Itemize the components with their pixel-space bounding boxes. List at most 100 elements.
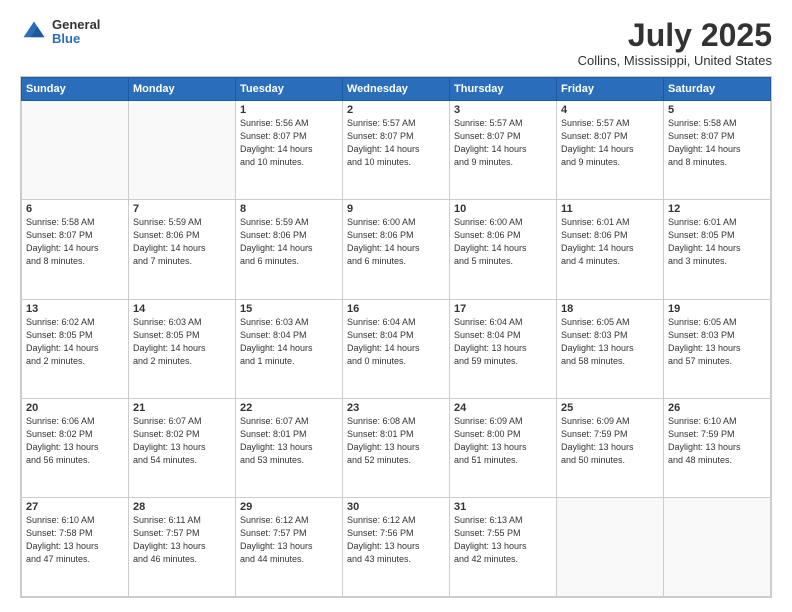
calendar-day-cell: 7Sunrise: 5:59 AM Sunset: 8:06 PM Daylig…: [129, 200, 236, 299]
calendar-week-row: 27Sunrise: 6:10 AM Sunset: 7:58 PM Dayli…: [22, 497, 771, 596]
calendar-day-cell: 9Sunrise: 6:00 AM Sunset: 8:06 PM Daylig…: [343, 200, 450, 299]
day-number: 9: [347, 203, 445, 215]
page: General Blue July 2025 Collins, Mississi…: [0, 0, 792, 612]
calendar-day-cell: 12Sunrise: 6:01 AM Sunset: 8:05 PM Dayli…: [664, 200, 771, 299]
day-info: Sunrise: 5:56 AM Sunset: 8:07 PM Dayligh…: [240, 117, 338, 169]
title-block: July 2025 Collins, Mississippi, United S…: [578, 18, 772, 68]
day-number: 29: [240, 501, 338, 513]
day-info: Sunrise: 5:58 AM Sunset: 8:07 PM Dayligh…: [668, 117, 766, 169]
calendar-day-cell: 16Sunrise: 6:04 AM Sunset: 8:04 PM Dayli…: [343, 299, 450, 398]
day-of-week-header: Tuesday: [236, 78, 343, 101]
calendar-day-cell: 13Sunrise: 6:02 AM Sunset: 8:05 PM Dayli…: [22, 299, 129, 398]
calendar-day-cell: 15Sunrise: 6:03 AM Sunset: 8:04 PM Dayli…: [236, 299, 343, 398]
day-number: 6: [26, 203, 124, 215]
calendar-week-row: 20Sunrise: 6:06 AM Sunset: 8:02 PM Dayli…: [22, 398, 771, 497]
day-number: 31: [454, 501, 552, 513]
days-of-week-row: SundayMondayTuesdayWednesdayThursdayFrid…: [22, 78, 771, 101]
logo-general-label: General: [52, 18, 100, 32]
day-number: 13: [26, 303, 124, 315]
day-info: Sunrise: 5:57 AM Sunset: 8:07 PM Dayligh…: [454, 117, 552, 169]
calendar-week-row: 1Sunrise: 5:56 AM Sunset: 8:07 PM Daylig…: [22, 101, 771, 200]
calendar-body: 1Sunrise: 5:56 AM Sunset: 8:07 PM Daylig…: [22, 101, 771, 597]
calendar-day-cell: 30Sunrise: 6:12 AM Sunset: 7:56 PM Dayli…: [343, 497, 450, 596]
day-info: Sunrise: 5:57 AM Sunset: 8:07 PM Dayligh…: [347, 117, 445, 169]
day-number: 18: [561, 303, 659, 315]
calendar-day-cell: 31Sunrise: 6:13 AM Sunset: 7:55 PM Dayli…: [450, 497, 557, 596]
calendar-day-cell: 28Sunrise: 6:11 AM Sunset: 7:57 PM Dayli…: [129, 497, 236, 596]
day-number: 22: [240, 402, 338, 414]
day-number: 25: [561, 402, 659, 414]
calendar-day-cell: 1Sunrise: 5:56 AM Sunset: 8:07 PM Daylig…: [236, 101, 343, 200]
day-number: 27: [26, 501, 124, 513]
day-number: 11: [561, 203, 659, 215]
logo-text: General Blue: [52, 18, 100, 47]
calendar-day-cell: 29Sunrise: 6:12 AM Sunset: 7:57 PM Dayli…: [236, 497, 343, 596]
page-subtitle: Collins, Mississippi, United States: [578, 53, 772, 68]
day-of-week-header: Sunday: [22, 78, 129, 101]
page-title: July 2025: [578, 18, 772, 53]
calendar-day-cell: 18Sunrise: 6:05 AM Sunset: 8:03 PM Dayli…: [557, 299, 664, 398]
day-info: Sunrise: 6:07 AM Sunset: 8:02 PM Dayligh…: [133, 415, 231, 467]
day-of-week-header: Thursday: [450, 78, 557, 101]
calendar-week-row: 13Sunrise: 6:02 AM Sunset: 8:05 PM Dayli…: [22, 299, 771, 398]
day-number: 14: [133, 303, 231, 315]
calendar-day-cell: 4Sunrise: 5:57 AM Sunset: 8:07 PM Daylig…: [557, 101, 664, 200]
day-info: Sunrise: 6:07 AM Sunset: 8:01 PM Dayligh…: [240, 415, 338, 467]
day-of-week-header: Monday: [129, 78, 236, 101]
calendar-day-cell: 23Sunrise: 6:08 AM Sunset: 8:01 PM Dayli…: [343, 398, 450, 497]
calendar-day-cell: 22Sunrise: 6:07 AM Sunset: 8:01 PM Dayli…: [236, 398, 343, 497]
day-info: Sunrise: 6:05 AM Sunset: 8:03 PM Dayligh…: [561, 316, 659, 368]
day-info: Sunrise: 6:08 AM Sunset: 8:01 PM Dayligh…: [347, 415, 445, 467]
day-number: 30: [347, 501, 445, 513]
day-number: 26: [668, 402, 766, 414]
day-number: 16: [347, 303, 445, 315]
day-info: Sunrise: 6:05 AM Sunset: 8:03 PM Dayligh…: [668, 316, 766, 368]
day-number: 28: [133, 501, 231, 513]
day-info: Sunrise: 6:10 AM Sunset: 7:58 PM Dayligh…: [26, 514, 124, 566]
day-of-week-header: Saturday: [664, 78, 771, 101]
day-info: Sunrise: 6:04 AM Sunset: 8:04 PM Dayligh…: [454, 316, 552, 368]
day-number: 20: [26, 402, 124, 414]
day-info: Sunrise: 5:58 AM Sunset: 8:07 PM Dayligh…: [26, 216, 124, 268]
calendar-day-cell: 6Sunrise: 5:58 AM Sunset: 8:07 PM Daylig…: [22, 200, 129, 299]
calendar-day-cell: [664, 497, 771, 596]
day-info: Sunrise: 6:06 AM Sunset: 8:02 PM Dayligh…: [26, 415, 124, 467]
day-info: Sunrise: 6:11 AM Sunset: 7:57 PM Dayligh…: [133, 514, 231, 566]
calendar-day-cell: 8Sunrise: 5:59 AM Sunset: 8:06 PM Daylig…: [236, 200, 343, 299]
day-number: 10: [454, 203, 552, 215]
day-number: 12: [668, 203, 766, 215]
day-info: Sunrise: 6:09 AM Sunset: 8:00 PM Dayligh…: [454, 415, 552, 467]
day-info: Sunrise: 5:59 AM Sunset: 8:06 PM Dayligh…: [240, 216, 338, 268]
logo-blue-label: Blue: [52, 32, 100, 46]
calendar-day-cell: 2Sunrise: 5:57 AM Sunset: 8:07 PM Daylig…: [343, 101, 450, 200]
day-info: Sunrise: 6:04 AM Sunset: 8:04 PM Dayligh…: [347, 316, 445, 368]
calendar-day-cell: 27Sunrise: 6:10 AM Sunset: 7:58 PM Dayli…: [22, 497, 129, 596]
day-number: 7: [133, 203, 231, 215]
calendar-day-cell: 20Sunrise: 6:06 AM Sunset: 8:02 PM Dayli…: [22, 398, 129, 497]
day-info: Sunrise: 6:03 AM Sunset: 8:05 PM Dayligh…: [133, 316, 231, 368]
calendar-day-cell: 11Sunrise: 6:01 AM Sunset: 8:06 PM Dayli…: [557, 200, 664, 299]
calendar-day-cell: 21Sunrise: 6:07 AM Sunset: 8:02 PM Dayli…: [129, 398, 236, 497]
calendar-day-cell: [22, 101, 129, 200]
day-info: Sunrise: 6:13 AM Sunset: 7:55 PM Dayligh…: [454, 514, 552, 566]
logo: General Blue: [20, 18, 100, 47]
calendar-week-row: 6Sunrise: 5:58 AM Sunset: 8:07 PM Daylig…: [22, 200, 771, 299]
day-of-week-header: Friday: [557, 78, 664, 101]
day-number: 19: [668, 303, 766, 315]
day-number: 21: [133, 402, 231, 414]
day-info: Sunrise: 5:59 AM Sunset: 8:06 PM Dayligh…: [133, 216, 231, 268]
day-number: 2: [347, 104, 445, 116]
day-number: 3: [454, 104, 552, 116]
day-number: 17: [454, 303, 552, 315]
day-info: Sunrise: 6:01 AM Sunset: 8:06 PM Dayligh…: [561, 216, 659, 268]
calendar-day-cell: 14Sunrise: 6:03 AM Sunset: 8:05 PM Dayli…: [129, 299, 236, 398]
calendar-day-cell: [557, 497, 664, 596]
calendar-day-cell: 5Sunrise: 5:58 AM Sunset: 8:07 PM Daylig…: [664, 101, 771, 200]
calendar-day-cell: 19Sunrise: 6:05 AM Sunset: 8:03 PM Dayli…: [664, 299, 771, 398]
header: General Blue July 2025 Collins, Mississi…: [20, 18, 772, 68]
day-info: Sunrise: 6:00 AM Sunset: 8:06 PM Dayligh…: [347, 216, 445, 268]
calendar-table: SundayMondayTuesdayWednesdayThursdayFrid…: [21, 77, 771, 597]
day-info: Sunrise: 6:12 AM Sunset: 7:57 PM Dayligh…: [240, 514, 338, 566]
calendar-day-cell: [129, 101, 236, 200]
calendar-day-cell: 3Sunrise: 5:57 AM Sunset: 8:07 PM Daylig…: [450, 101, 557, 200]
